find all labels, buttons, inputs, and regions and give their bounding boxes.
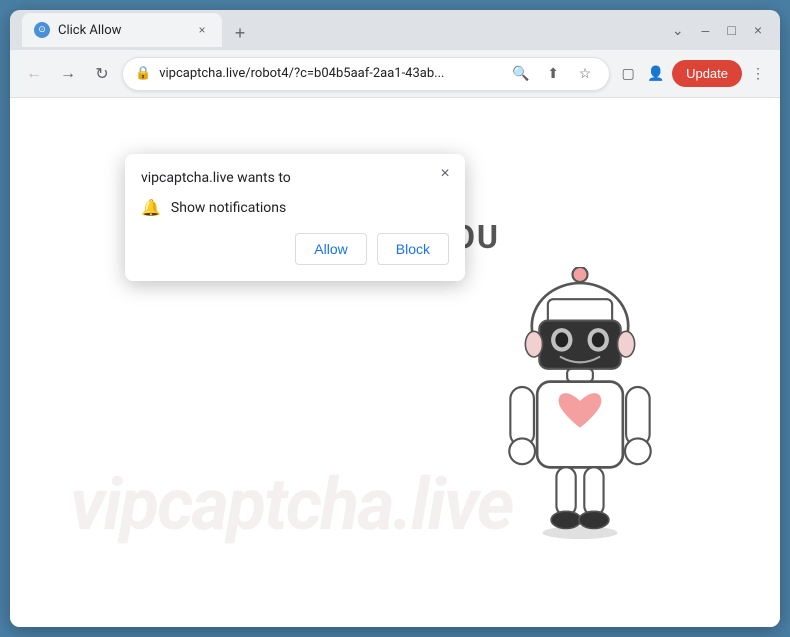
maximize-button[interactable]: □ bbox=[721, 18, 741, 43]
tab-close-button[interactable]: × bbox=[194, 22, 210, 38]
popup-title: vipcaptcha.live wants to bbox=[141, 170, 449, 186]
menu-icon[interactable]: ⋮ bbox=[746, 62, 770, 86]
watermark-text: vipcaptcha.live bbox=[70, 462, 512, 547]
bookmark-icon[interactable]: ☆ bbox=[573, 62, 597, 86]
bell-icon: 🔔 bbox=[141, 198, 161, 217]
minimize-button[interactable]: – bbox=[696, 18, 716, 43]
refresh-button[interactable]: ↻ bbox=[88, 60, 116, 88]
share-icon[interactable]: ⬆ bbox=[541, 62, 565, 86]
right-controls: ▢ 👤 Update ⋮ bbox=[616, 60, 770, 87]
block-button[interactable]: Block bbox=[377, 233, 449, 265]
notification-popup: × vipcaptcha.live wants to 🔔 Show notifi… bbox=[125, 154, 465, 281]
new-tab-button[interactable]: + bbox=[226, 19, 254, 47]
allow-button[interactable]: Allow bbox=[295, 233, 366, 265]
forward-button[interactable]: → bbox=[54, 60, 82, 88]
title-bar: ⊙ Click Allow × + ⌄ – □ × bbox=[10, 10, 780, 50]
content-area: vipcaptcha.live bbox=[10, 98, 780, 627]
permission-text: Show notifications bbox=[171, 200, 286, 216]
chevron-down-icon[interactable]: ⌄ bbox=[666, 18, 690, 43]
popup-actions: Allow Block bbox=[141, 233, 449, 265]
title-bar-controls: ⌄ – □ × bbox=[666, 18, 768, 43]
back-button[interactable]: ← bbox=[20, 60, 48, 88]
split-view-icon[interactable]: ▢ bbox=[616, 62, 640, 86]
tab-title: Click Allow bbox=[58, 23, 186, 38]
window-close-button[interactable]: × bbox=[748, 18, 768, 43]
tab-area: ⊙ Click Allow × + bbox=[22, 13, 658, 47]
lock-icon: 🔒 bbox=[135, 66, 151, 81]
popup-permission-row: 🔔 Show notifications bbox=[141, 198, 449, 217]
robot-illustration bbox=[470, 267, 720, 587]
search-icon[interactable]: 🔍 bbox=[509, 62, 533, 86]
address-bar[interactable]: 🔒 vipcaptcha.live/robot4/?c=b04b5aaf-2aa… bbox=[122, 57, 610, 91]
tab-favicon: ⊙ bbox=[34, 22, 50, 38]
active-tab[interactable]: ⊙ Click Allow × bbox=[22, 13, 222, 47]
nav-bar: ← → ↻ 🔒 vipcaptcha.live/robot4/?c=b04b5a… bbox=[10, 50, 780, 98]
popup-close-button[interactable]: × bbox=[433, 162, 457, 186]
url-text: vipcaptcha.live/robot4/?c=b04b5aaf-2aa1-… bbox=[159, 66, 501, 81]
profile-icon[interactable]: 👤 bbox=[644, 62, 668, 86]
browser-window: ⊙ Click Allow × + ⌄ – □ × ← → ↻ 🔒 vipcap… bbox=[10, 10, 780, 627]
update-button[interactable]: Update bbox=[672, 60, 742, 87]
